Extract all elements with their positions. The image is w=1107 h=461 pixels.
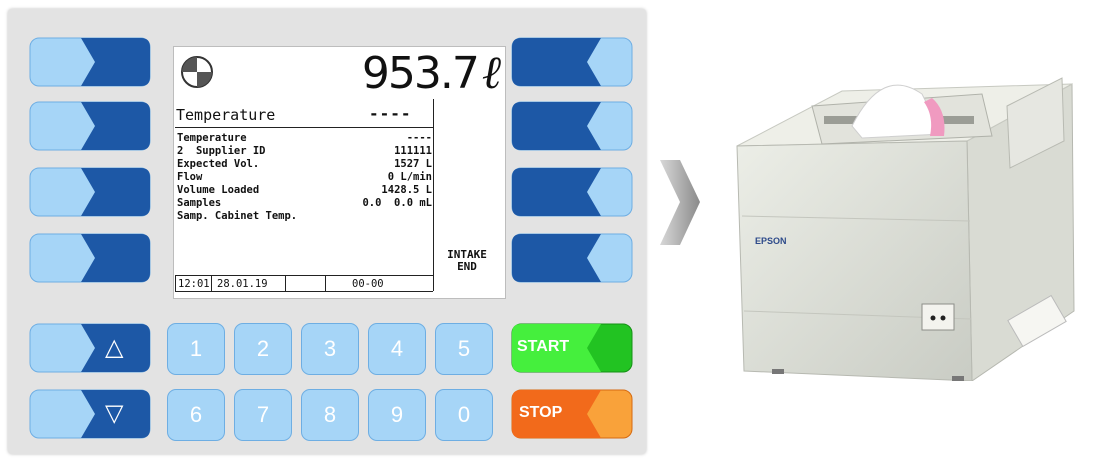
- softkey-shape: [511, 233, 633, 283]
- softkey-shape: [511, 37, 633, 87]
- data-row: Expected Vol. 1527 L: [177, 158, 432, 170]
- left-softkey-1[interactable]: [29, 37, 151, 87]
- softkey-shape: [29, 101, 151, 151]
- down-arrow-key[interactable]: ▽: [29, 389, 151, 439]
- data-row: Flow 0 L/min: [177, 171, 432, 183]
- left-softkey-2[interactable]: [29, 101, 151, 151]
- rotor-icon: [181, 56, 213, 88]
- control-panel: 953.7ℓ Temperature ---- Temperature ----…: [8, 9, 646, 454]
- volume-display: 953.7ℓ: [361, 45, 501, 99]
- row-label: Volume Loaded: [177, 184, 260, 196]
- volume-unit: ℓ: [481, 45, 501, 99]
- data-row: Samples 0.0 0.0 mL: [177, 197, 432, 209]
- divider: [211, 275, 212, 292]
- start-label: START: [517, 338, 570, 355]
- divider: [175, 127, 433, 128]
- row-value: ----: [406, 132, 432, 144]
- softkey-shape: [29, 233, 151, 283]
- right-softkey-4-intake-end[interactable]: [511, 233, 633, 283]
- right-softkey-3[interactable]: [511, 167, 633, 217]
- status-time: 12:01: [178, 278, 210, 290]
- left-softkey-3[interactable]: [29, 167, 151, 217]
- key-shape: [29, 323, 151, 373]
- row-label: Samp. Cabinet Temp.: [177, 210, 298, 222]
- stop-button[interactable]: STOP: [511, 389, 633, 439]
- stop-label: STOP: [519, 404, 563, 421]
- number-key-8[interactable]: 8: [301, 389, 359, 441]
- number-key-9[interactable]: 9: [368, 389, 426, 441]
- data-row: Samp. Cabinet Temp.: [177, 210, 432, 222]
- data-row: Volume Loaded 1428.5 L: [177, 184, 432, 196]
- printer-brand-label: EPSON: [755, 236, 787, 246]
- row-label: Samples: [177, 197, 222, 209]
- header-value: ----: [369, 104, 412, 123]
- row-value: 1428.5 L: [381, 184, 432, 196]
- softkey-shape: [29, 37, 151, 87]
- number-key-5[interactable]: 5: [435, 323, 493, 375]
- right-softkey-2[interactable]: [511, 101, 633, 151]
- status-date: 28.01.19: [217, 278, 268, 290]
- number-key-4[interactable]: 4: [368, 323, 426, 375]
- divider: [433, 99, 434, 291]
- down-arrow-icon: ▽: [105, 399, 124, 427]
- number-key-3[interactable]: 3: [301, 323, 359, 375]
- status-code: 00-00: [352, 278, 384, 290]
- divider: [175, 275, 176, 292]
- left-softkey-4[interactable]: [29, 233, 151, 283]
- number-key-1[interactable]: 1: [167, 323, 225, 375]
- up-arrow-icon: △: [105, 333, 124, 361]
- start-button[interactable]: START: [511, 323, 633, 373]
- lcd-screen: 953.7ℓ Temperature ---- Temperature ----…: [173, 45, 506, 299]
- softkey-shape: [29, 167, 151, 217]
- softkey-shape: [511, 101, 633, 151]
- row-label: Temperature: [177, 132, 247, 144]
- number-key-7[interactable]: 7: [234, 389, 292, 441]
- volume-value: 953.7: [361, 48, 480, 99]
- row-label: Expected Vol.: [177, 158, 260, 170]
- divider: [175, 275, 433, 276]
- divider: [325, 275, 326, 292]
- row-value: 1527 L: [394, 158, 432, 170]
- number-key-0[interactable]: 0: [435, 389, 493, 441]
- key-shape: [29, 389, 151, 439]
- number-key-6[interactable]: 6: [167, 389, 225, 441]
- divider: [285, 275, 286, 292]
- receipt-printer-image: [736, 77, 1075, 381]
- arrow-right-icon: [660, 160, 700, 245]
- header-label: Temperature: [176, 106, 276, 124]
- row-label: 2 Supplier ID: [177, 145, 266, 157]
- row-label: Flow: [177, 171, 203, 183]
- row-value: 0.0 0.0 mL: [362, 197, 432, 209]
- data-row: Temperature ----: [177, 132, 432, 144]
- right-softkey-1[interactable]: [511, 37, 633, 87]
- divider: [175, 291, 433, 292]
- softkey-shape: [511, 167, 633, 217]
- softkey-caption: INTAKE END: [440, 249, 494, 273]
- row-value: 111111: [394, 145, 432, 157]
- data-row: 2 Supplier ID 111111: [177, 145, 432, 157]
- softkey-caption-line: END: [457, 260, 477, 273]
- number-key-2[interactable]: 2: [234, 323, 292, 375]
- row-value: 0 L/min: [387, 171, 432, 183]
- up-arrow-key[interactable]: △: [29, 323, 151, 373]
